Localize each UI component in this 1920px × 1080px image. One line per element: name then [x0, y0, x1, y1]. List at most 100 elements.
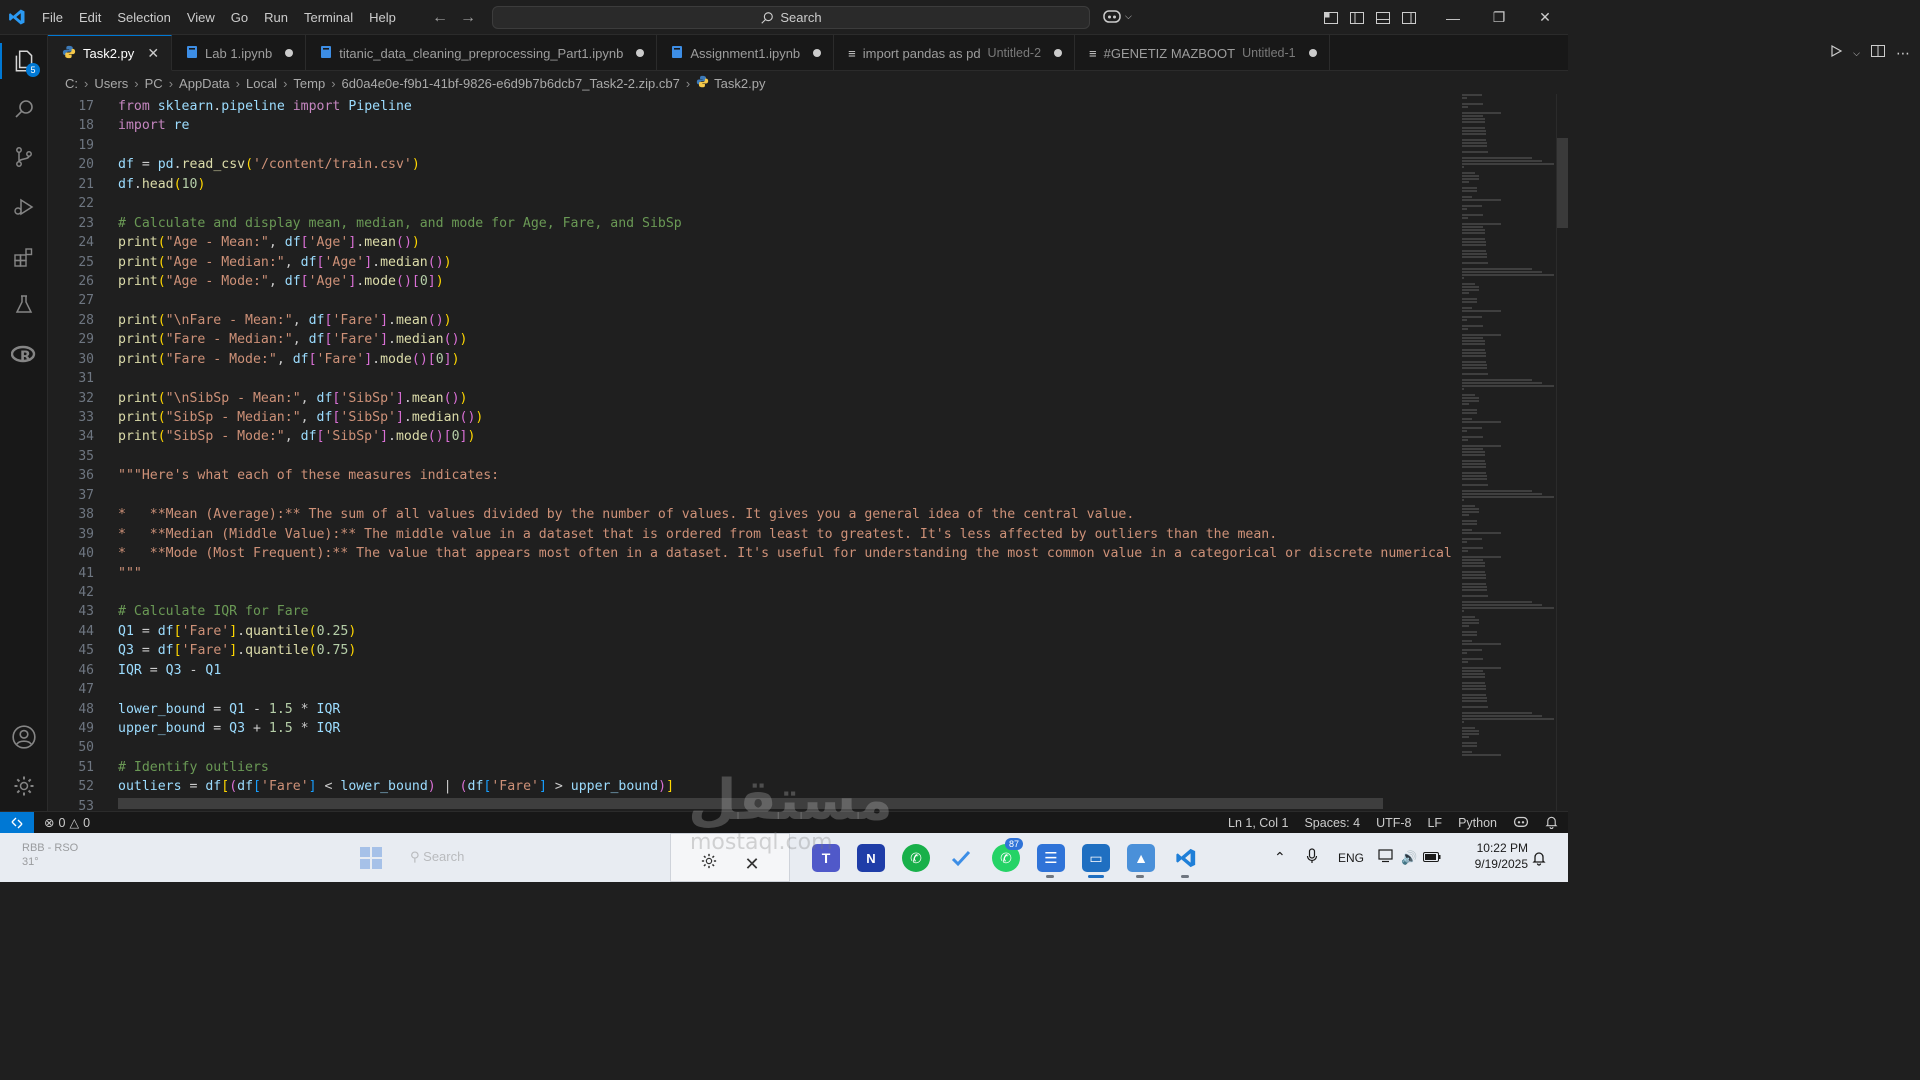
breadcrumb-item[interactable]: Task2.py — [714, 76, 765, 91]
manage-button[interactable] — [0, 762, 48, 810]
code-line[interactable]: Q1 = df['Fare'].quantile(0.25) — [118, 622, 1458, 641]
code-line[interactable] — [118, 136, 1458, 155]
code-line[interactable] — [118, 680, 1458, 699]
accounts-button[interactable] — [0, 713, 48, 761]
unsaved-dot-icon[interactable] — [1054, 49, 1063, 57]
notepad-app-icon[interactable]: ☰ — [1037, 844, 1065, 872]
breadcrumb-item[interactable]: Local — [246, 76, 277, 91]
notifications-bell-icon[interactable] — [1545, 815, 1558, 832]
battery-icon[interactable] — [1423, 851, 1441, 865]
code-line[interactable] — [118, 291, 1458, 310]
code-line[interactable]: from sklearn.pipeline import Pipeline — [118, 97, 1458, 116]
split-editor-icon[interactable] — [1870, 43, 1886, 64]
code-line[interactable]: df = pd.read_csv('/content/train.csv') — [118, 155, 1458, 174]
notification-center-icon[interactable] — [1532, 850, 1546, 871]
toggle-secondary-sidebar-icon[interactable] — [1400, 9, 1418, 27]
breadcrumb-item[interactable]: AppData — [179, 76, 230, 91]
code-line[interactable]: """ — [118, 564, 1458, 583]
code-line[interactable]: # Calculate IQR for Fare — [118, 602, 1458, 621]
breadcrumb-item[interactable]: PC — [145, 76, 163, 91]
unsaved-dot-icon[interactable] — [1308, 49, 1317, 57]
input-language[interactable]: ENG — [1338, 851, 1364, 865]
volume-icon[interactable]: 🔊 — [1401, 850, 1417, 866]
settings-gear-icon[interactable] — [700, 852, 718, 875]
menu-file[interactable]: File — [34, 0, 71, 35]
code-line[interactable] — [118, 447, 1458, 466]
code-line[interactable] — [118, 486, 1458, 505]
taskbar-clock[interactable]: 10:22 PM 9/19/2025 — [1462, 840, 1528, 872]
customize-layout-icon[interactable] — [1322, 9, 1340, 27]
scrollbar-thumb[interactable] — [1557, 138, 1568, 228]
code-line[interactable]: print("Fare - Median:", df['Fare'].media… — [118, 330, 1458, 349]
linear-app-icon[interactable]: N — [857, 844, 885, 872]
code-line[interactable]: Q3 = df['Fare'].quantile(0.75) — [118, 641, 1458, 660]
windows-start-icon[interactable] — [360, 847, 382, 874]
code-line[interactable]: * **Mode (Most Frequent):** The value th… — [118, 544, 1468, 563]
close-icon[interactable]: ✕ — [147, 45, 159, 62]
tab-untitled-2[interactable]: ≡ import pandas as pd Untitled-2 — [834, 35, 1076, 71]
run-python-icon[interactable] — [1829, 44, 1843, 63]
close-window-icon[interactable]: ✕ — [1522, 0, 1568, 35]
search-view-button[interactable] — [0, 85, 48, 133]
code-line[interactable]: print("Age - Mean:", df['Age'].mean()) — [118, 233, 1458, 252]
copilot-status-icon[interactable] — [1513, 815, 1529, 831]
r-extension-button[interactable]: R — [0, 331, 48, 379]
explorer-button[interactable]: 5 — [0, 37, 48, 85]
code-line[interactable]: df.head(10) — [118, 175, 1458, 194]
code-line[interactable]: print("Age - Mode:", df['Age'].mode()[0]… — [118, 272, 1458, 291]
source-control-button[interactable] — [0, 133, 48, 181]
minimize-icon[interactable]: — — [1430, 0, 1476, 35]
code-line[interactable] — [118, 369, 1458, 388]
tab-titanic-notebook[interactable]: titanic_data_cleaning_preprocessing_Part… — [306, 35, 658, 71]
remote-desktop-app-icon[interactable]: ▭ — [1082, 844, 1110, 872]
menu-go[interactable]: Go — [223, 0, 256, 35]
run-debug-button[interactable] — [0, 183, 48, 231]
code-line[interactable] — [118, 738, 1458, 757]
microphone-icon[interactable] — [1306, 848, 1324, 867]
unsaved-dot-icon[interactable] — [285, 49, 294, 57]
breadcrumb-item[interactable]: 6d0a4e0e-f9b1-41bf-9826-e6d9b7b6dcb7_Tas… — [342, 76, 680, 91]
code-line[interactable]: import re — [118, 116, 1458, 135]
chevron-up-icon[interactable]: ⌃ — [1274, 849, 1292, 866]
menu-view[interactable]: View — [179, 0, 223, 35]
cursor-position[interactable]: Ln 1, Col 1 — [1228, 816, 1288, 830]
minimap[interactable] — [1456, 94, 1556, 811]
code-line[interactable]: * **Median (Middle Value):** The middle … — [118, 525, 1458, 544]
code-line[interactable]: upper_bound = Q3 + 1.5 * IQR — [118, 719, 1458, 738]
menu-selection[interactable]: Selection — [109, 0, 178, 35]
code-line[interactable]: # Calculate and display mean, median, an… — [118, 214, 1458, 233]
extensions-button[interactable] — [0, 233, 48, 281]
toggle-primary-sidebar-icon[interactable] — [1348, 9, 1366, 27]
code-line[interactable]: print("SibSp - Median:", df['SibSp'].med… — [118, 408, 1458, 427]
tab-untitled-1[interactable]: ≡ #GENETIZ MAZBOOT Untitled-1 — [1075, 35, 1330, 71]
code-line[interactable]: print("Fare - Mode:", df['Fare'].mode()[… — [118, 350, 1458, 369]
tab-lab1-ipynb[interactable]: Lab 1.ipynb — [172, 35, 307, 71]
code-line[interactable]: print("\nFare - Mean:", df['Fare'].mean(… — [118, 311, 1458, 330]
weather-widget[interactable]: RBB - RSO 31° — [22, 841, 78, 869]
testing-button[interactable] — [0, 281, 48, 329]
code-line[interactable] — [118, 194, 1458, 213]
tab-assignment1[interactable]: Assignment1.ipynb — [657, 35, 835, 71]
todo-app-icon[interactable] — [947, 844, 975, 872]
language-mode[interactable]: Python — [1458, 816, 1497, 830]
end-of-line[interactable]: LF — [1427, 816, 1442, 830]
whatsapp-app-icon[interactable]: ✆ 87 — [992, 838, 1024, 872]
menu-terminal[interactable]: Terminal — [296, 0, 361, 35]
code-line[interactable]: print("Age - Median:", df['Age'].median(… — [118, 253, 1458, 272]
code-line[interactable]: * **Mean (Average):** The sum of all val… — [118, 505, 1458, 524]
code-line[interactable]: """Here's what each of these measures in… — [118, 466, 1458, 485]
code-line[interactable]: lower_bound = Q1 - 1.5 * IQR — [118, 700, 1458, 719]
remote-indicator[interactable] — [0, 811, 34, 834]
menu-edit[interactable]: Edit — [71, 0, 109, 35]
taskbar-search[interactable]: ⚲ Search — [410, 849, 464, 865]
command-center-search[interactable]: Search — [492, 6, 1090, 29]
code-line[interactable]: print("SibSp - Mode:", df['SibSp'].mode(… — [118, 427, 1458, 446]
copilot-button[interactable]: ⌵ — [1102, 8, 1132, 24]
indentation[interactable]: Spaces: 4 — [1304, 816, 1360, 830]
forward-arrow-icon[interactable]: → — [460, 9, 476, 27]
menu-run[interactable]: Run — [256, 0, 296, 35]
network-icon[interactable] — [1378, 849, 1395, 866]
chat-app-icon[interactable]: ✆ — [902, 844, 930, 872]
code-lines[interactable]: from sklearn.pipeline import Pipeline imp… — [118, 97, 1468, 811]
vertical-scrollbar[interactable] — [1556, 94, 1568, 811]
